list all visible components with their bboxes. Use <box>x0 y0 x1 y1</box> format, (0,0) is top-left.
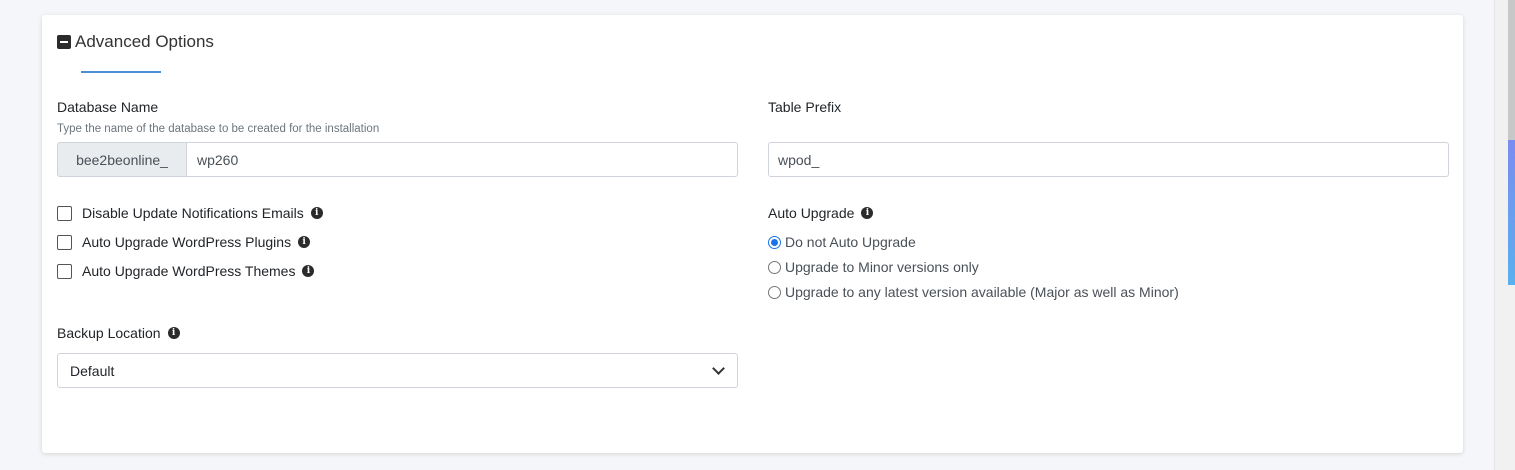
info-icon[interactable]: i <box>298 236 311 248</box>
disable-notifications-option[interactable]: Disable Update Notifications Emails i <box>57 205 323 221</box>
auto-upgrade-label: Auto Upgrade <box>768 205 855 221</box>
radio-button[interactable] <box>768 285 781 299</box>
database-name-group: bee2beonline_ <box>57 142 738 177</box>
auto-upgrade-plugins-option[interactable]: Auto Upgrade WordPress Plugins i <box>57 234 311 250</box>
info-icon[interactable]: i <box>302 265 315 277</box>
database-name-input[interactable] <box>186 142 738 177</box>
database-name-label: Database Name <box>57 99 159 115</box>
auto-upgrade-option-label[interactable]: Upgrade to Minor versions only <box>785 259 979 275</box>
backup-location-value[interactable]: Default <box>70 363 114 379</box>
scrollbar-thumb[interactable] <box>1508 0 1515 140</box>
advanced-options-panel: Advanced Options Database Name Type the … <box>42 15 1463 453</box>
advanced-options-toggle[interactable]: Advanced Options <box>57 32 214 52</box>
auto-upgrade-themes-checkbox[interactable] <box>57 263 72 279</box>
scrollbar-accent <box>1508 140 1515 285</box>
info-icon[interactable]: i <box>861 207 874 219</box>
auto-upgrade-themes-label[interactable]: Auto Upgrade WordPress Themes <box>82 263 295 279</box>
chevron-down-icon[interactable] <box>712 362 725 375</box>
section-title-underline <box>81 71 161 73</box>
auto-upgrade-plugins-checkbox[interactable] <box>57 234 72 250</box>
auto-upgrade-option-label[interactable]: Upgrade to any latest version available … <box>785 284 1179 300</box>
database-prefix-addon: bee2beonline_ <box>57 142 186 177</box>
auto-upgrade-option-none[interactable]: Do not Auto Upgrade <box>768 234 916 250</box>
table-prefix-input[interactable] <box>768 142 1449 177</box>
auto-upgrade-option-label[interactable]: Do not Auto Upgrade <box>785 234 916 250</box>
info-icon[interactable]: i <box>167 327 180 339</box>
table-prefix-label: Table Prefix <box>768 99 842 115</box>
auto-upgrade-option-latest[interactable]: Upgrade to any latest version available … <box>768 284 1179 300</box>
info-icon[interactable]: i <box>310 207 323 219</box>
backup-location-select[interactable]: Default <box>57 353 738 388</box>
database-name-hint: Type the name of the database to be crea… <box>57 123 380 135</box>
section-title: Advanced Options <box>75 32 214 51</box>
auto-upgrade-option-minor[interactable]: Upgrade to Minor versions only <box>768 259 979 275</box>
disable-notifications-checkbox[interactable] <box>57 205 72 221</box>
backup-location-label: Backup Location <box>57 325 161 341</box>
radio-button[interactable] <box>768 260 781 274</box>
radio-button-selected[interactable] <box>768 235 781 249</box>
auto-upgrade-heading: Auto Upgrade i <box>768 205 874 221</box>
auto-upgrade-plugins-label[interactable]: Auto Upgrade WordPress Plugins <box>82 234 291 250</box>
backup-location-heading: Backup Location i <box>57 325 180 341</box>
collapse-minus-icon[interactable] <box>57 35 71 49</box>
auto-upgrade-themes-option[interactable]: Auto Upgrade WordPress Themes i <box>57 263 315 279</box>
disable-notifications-label[interactable]: Disable Update Notifications Emails <box>82 205 304 221</box>
